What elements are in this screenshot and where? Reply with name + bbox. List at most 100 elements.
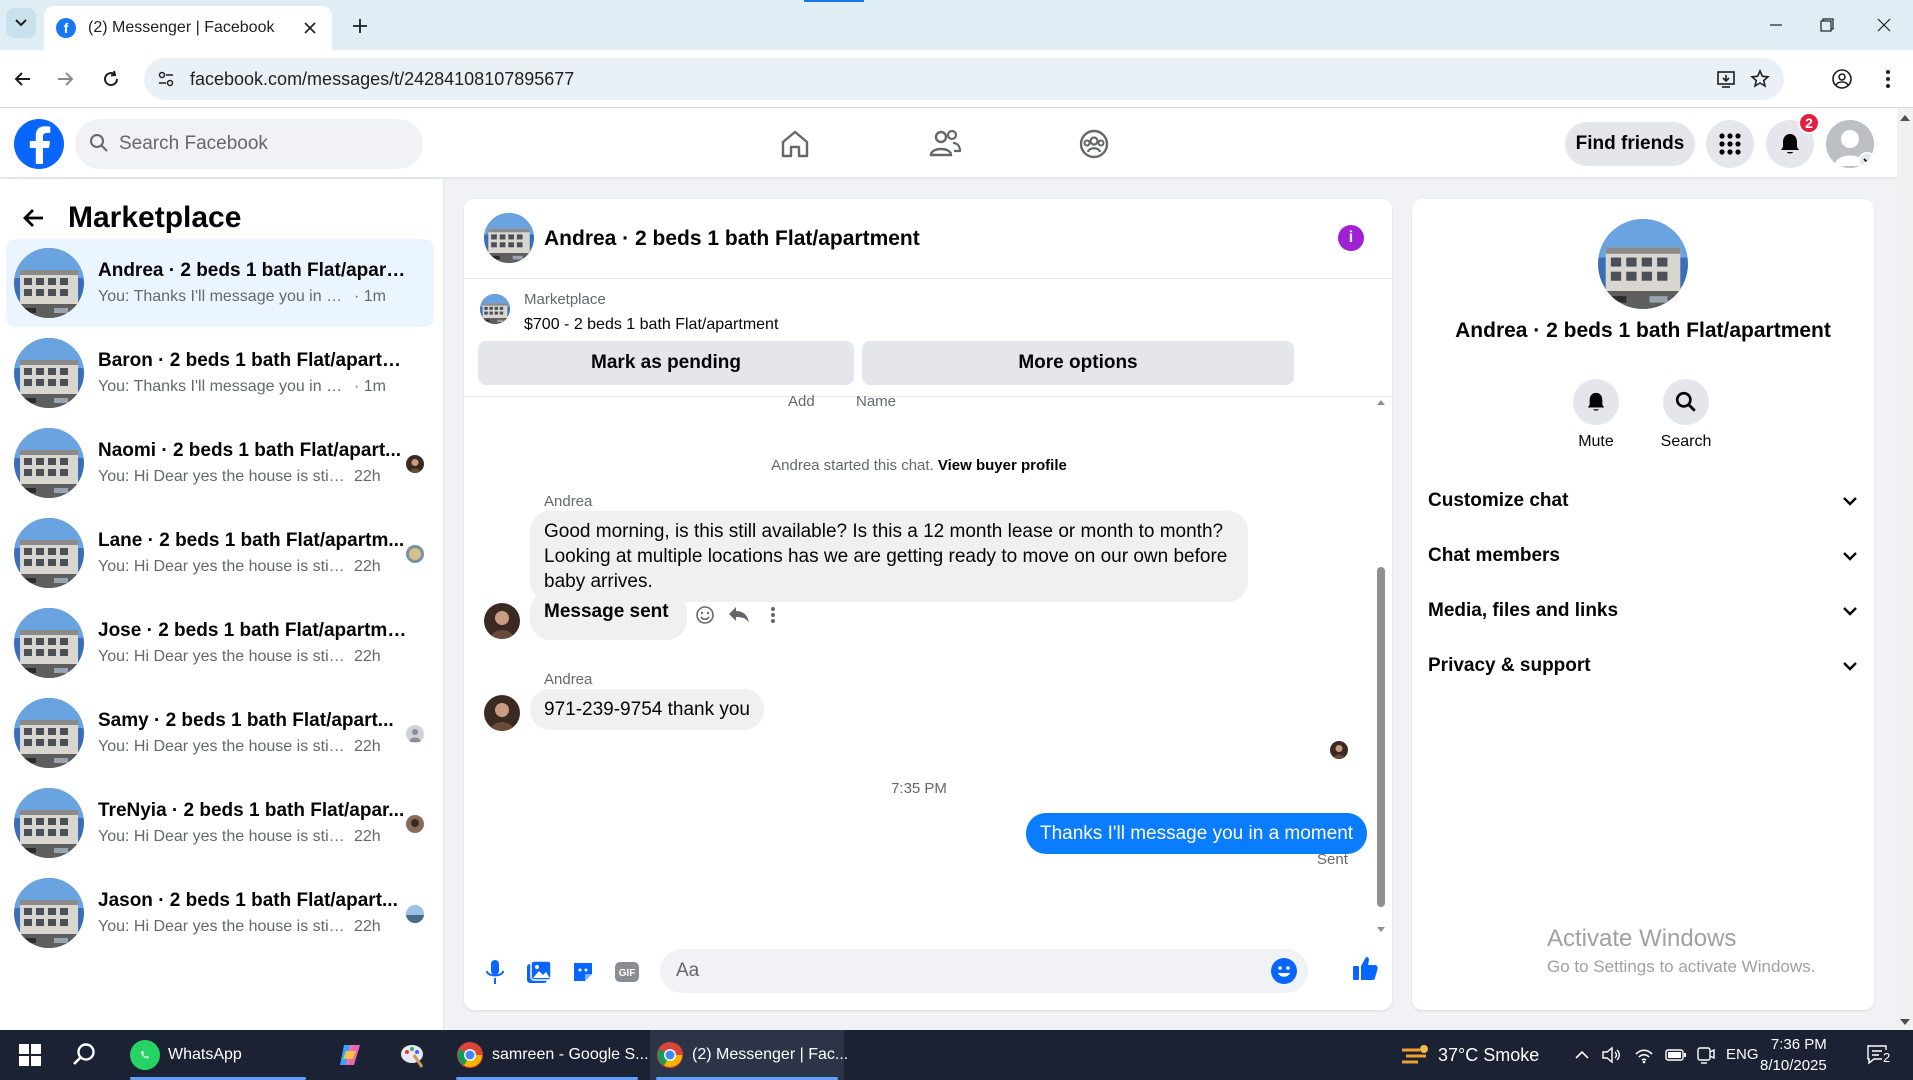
sticker-icon[interactable]: [568, 957, 598, 987]
address-bar[interactable]: facebook.com/messages/t/2428410810789567…: [144, 58, 1784, 100]
taskbar-copilot[interactable]: [330, 1030, 370, 1080]
info-icon[interactable]: i: [1338, 225, 1364, 251]
privacy-support-section[interactable]: Privacy & support: [1428, 642, 1858, 690]
message-input[interactable]: Aa: [660, 949, 1308, 993]
gif-icon[interactable]: GIF: [612, 957, 642, 987]
reply-icon[interactable]: [726, 602, 752, 628]
more-actions-icon[interactable]: [760, 602, 786, 628]
media-files-links-section[interactable]: Media, files and links: [1428, 587, 1858, 635]
listing-price[interactable]: $700 - 2 beds 1 bath Flat/apartment: [524, 316, 778, 334]
sender-name: Andrea: [544, 671, 593, 688]
taskbar-search-button[interactable]: [64, 1030, 104, 1080]
chat-members-section[interactable]: Chat members: [1428, 532, 1858, 580]
wifi-tray[interactable]: [1632, 1030, 1656, 1080]
friends-nav-icon[interactable]: [927, 126, 963, 162]
browser-menu-button[interactable]: [1873, 64, 1903, 94]
chat-scrollbar[interactable]: [1374, 397, 1388, 937]
listing-photo[interactable]: [1598, 219, 1688, 309]
incoming-message[interactable]: 971-239-9754 thank you: [530, 689, 764, 730]
home-nav-icon[interactable]: [777, 126, 813, 162]
conversation-item-baron[interactable]: Baron · 2 beds 1 bath Flat/apartme... Yo…: [6, 329, 434, 417]
taskbar-label: samreen - Google S...: [492, 1046, 649, 1063]
browser-toolbar: facebook.com/messages/t/2428410810789567…: [0, 50, 1913, 108]
find-friends-button[interactable]: Find friends: [1565, 122, 1695, 166]
profile-button[interactable]: [1827, 64, 1857, 94]
conversation-info-panel: Andrea · 2 beds 1 bath Flat/apartment Mu…: [1412, 199, 1874, 1010]
conversation-item-naomi[interactable]: Naomi · 2 beds 1 bath Flat/apart... You:…: [6, 419, 434, 507]
taskbar-chrome-samreen[interactable]: samreen - Google S...: [450, 1030, 649, 1080]
like-thumb-icon[interactable]: [1350, 953, 1380, 983]
arrow-right-icon: [58, 72, 74, 86]
conversation-item-jason[interactable]: Jason · 2 beds 1 bath Flat/apart... You:…: [6, 869, 434, 957]
groups-nav-icon[interactable]: [1076, 126, 1112, 162]
photo-icon[interactable]: [524, 957, 554, 987]
more-options-button[interactable]: More options: [862, 341, 1294, 385]
site-settings-icon[interactable]: [154, 67, 178, 91]
scrollbar-thumb[interactable]: [1377, 567, 1385, 907]
system-clock[interactable]: 7:36 PM 8/10/2025: [1760, 1034, 1827, 1076]
conversation-time: 22h: [354, 558, 381, 575]
conversation-preview: You: Hi Dear yes the house is still ...: [98, 738, 348, 755]
notification-center[interactable]: 2: [1858, 1030, 1898, 1080]
tab-close-icon[interactable]: [300, 18, 320, 38]
volume-tray[interactable]: [1600, 1030, 1624, 1080]
facebook-search-input[interactable]: Search Facebook: [75, 119, 423, 169]
clock-date: 8/10/2025: [1760, 1057, 1827, 1074]
sender-avatar[interactable]: [484, 603, 520, 639]
mute-button[interactable]: Mute: [1556, 379, 1636, 451]
chat-listing-thumbnail[interactable]: [484, 213, 534, 263]
conversation-item-jose[interactable]: Jose · 2 beds 1 bath Flat/apartment You:…: [6, 599, 434, 687]
message-sent-bubble[interactable]: Message sent: [530, 591, 687, 640]
search-icon: [89, 133, 109, 153]
tab-search-button[interactable]: [6, 8, 36, 38]
back-arrow-icon[interactable]: [16, 200, 52, 236]
show-hidden-icons[interactable]: [1572, 1030, 1592, 1080]
facebook-logo-icon[interactable]: [14, 119, 64, 169]
chat-title[interactable]: Andrea · 2 beds 1 bath Flat/apartment: [544, 227, 920, 251]
mark-pending-button[interactable]: Mark as pending: [478, 341, 854, 385]
browser-tab-messenger[interactable]: f (2) Messenger | Facebook: [44, 6, 332, 50]
taskbar-whatsapp[interactable]: WhatsApp: [124, 1030, 312, 1080]
new-tab-button[interactable]: [346, 12, 374, 40]
taskbar-paint[interactable]: [392, 1030, 432, 1080]
battery-tray[interactable]: [1664, 1030, 1688, 1080]
taskbar-chrome-messenger[interactable]: (2) Messenger | Fac...: [650, 1030, 848, 1080]
section-label: Customize chat: [1428, 490, 1569, 511]
install-app-icon[interactable]: [1714, 67, 1738, 91]
forward-button[interactable]: [50, 64, 80, 94]
incoming-message[interactable]: Good morning, is this still available? I…: [530, 511, 1248, 602]
menu-grid-button[interactable]: [1706, 120, 1754, 168]
search-conversation-button[interactable]: Search: [1646, 379, 1726, 451]
customize-chat-section[interactable]: Customize chat: [1428, 477, 1858, 525]
view-buyer-profile-link[interactable]: View buyer profile: [938, 457, 1067, 474]
smoke-weather-icon: [1402, 1045, 1428, 1064]
conversation-item-andrea[interactable]: Andrea · 2 beds 1 bath Flat/apartm... Yo…: [6, 239, 434, 327]
page-scrollbar[interactable]: [1897, 108, 1913, 1030]
conversation-item-samy[interactable]: Samy · 2 beds 1 bath Flat/apart... You: …: [6, 689, 434, 777]
meet-now-tray[interactable]: [1694, 1030, 1718, 1080]
reload-button[interactable]: [96, 64, 126, 94]
conversation-time: 22h: [354, 828, 381, 845]
conversation-preview: You: Hi Dear yes the house is still ...: [98, 918, 348, 935]
conversation-name: Samy · 2 beds 1 bath Flat/apart...: [98, 710, 394, 731]
start-button[interactable]: [10, 1030, 50, 1080]
conversation-name: Jose · 2 beds 1 bath Flat/apartment: [98, 620, 408, 641]
microphone-icon[interactable]: [480, 957, 510, 987]
language-indicator[interactable]: ENG: [1726, 1046, 1759, 1063]
react-emoji-icon[interactable]: [692, 602, 718, 628]
conversation-item-trenyia[interactable]: TreNyia · 2 beds 1 bath Flat/apar... You…: [6, 779, 434, 867]
outgoing-message[interactable]: Thanks I'll message you in a moment: [1026, 813, 1368, 854]
close-window-button[interactable]: [1864, 10, 1904, 40]
clock-time: 7:36 PM: [1770, 1036, 1827, 1053]
arrow-left-icon: [14, 72, 30, 86]
conversation-item-lane[interactable]: Lane · 2 beds 1 bath Flat/apartm... You:…: [6, 509, 434, 597]
sender-avatar[interactable]: [484, 695, 520, 731]
listing-thumbnail: [14, 248, 84, 318]
restore-button[interactable]: [1807, 10, 1847, 40]
minimize-button[interactable]: [1756, 10, 1796, 40]
back-button[interactable]: [8, 64, 38, 94]
weather-widget[interactable]: 37°C Smoke: [1400, 1030, 1550, 1080]
bookmark-star-icon[interactable]: [1748, 67, 1772, 91]
account-avatar[interactable]: [1826, 120, 1874, 168]
info-title: Andrea · 2 beds 1 bath Flat/apartment: [1455, 319, 1831, 342]
